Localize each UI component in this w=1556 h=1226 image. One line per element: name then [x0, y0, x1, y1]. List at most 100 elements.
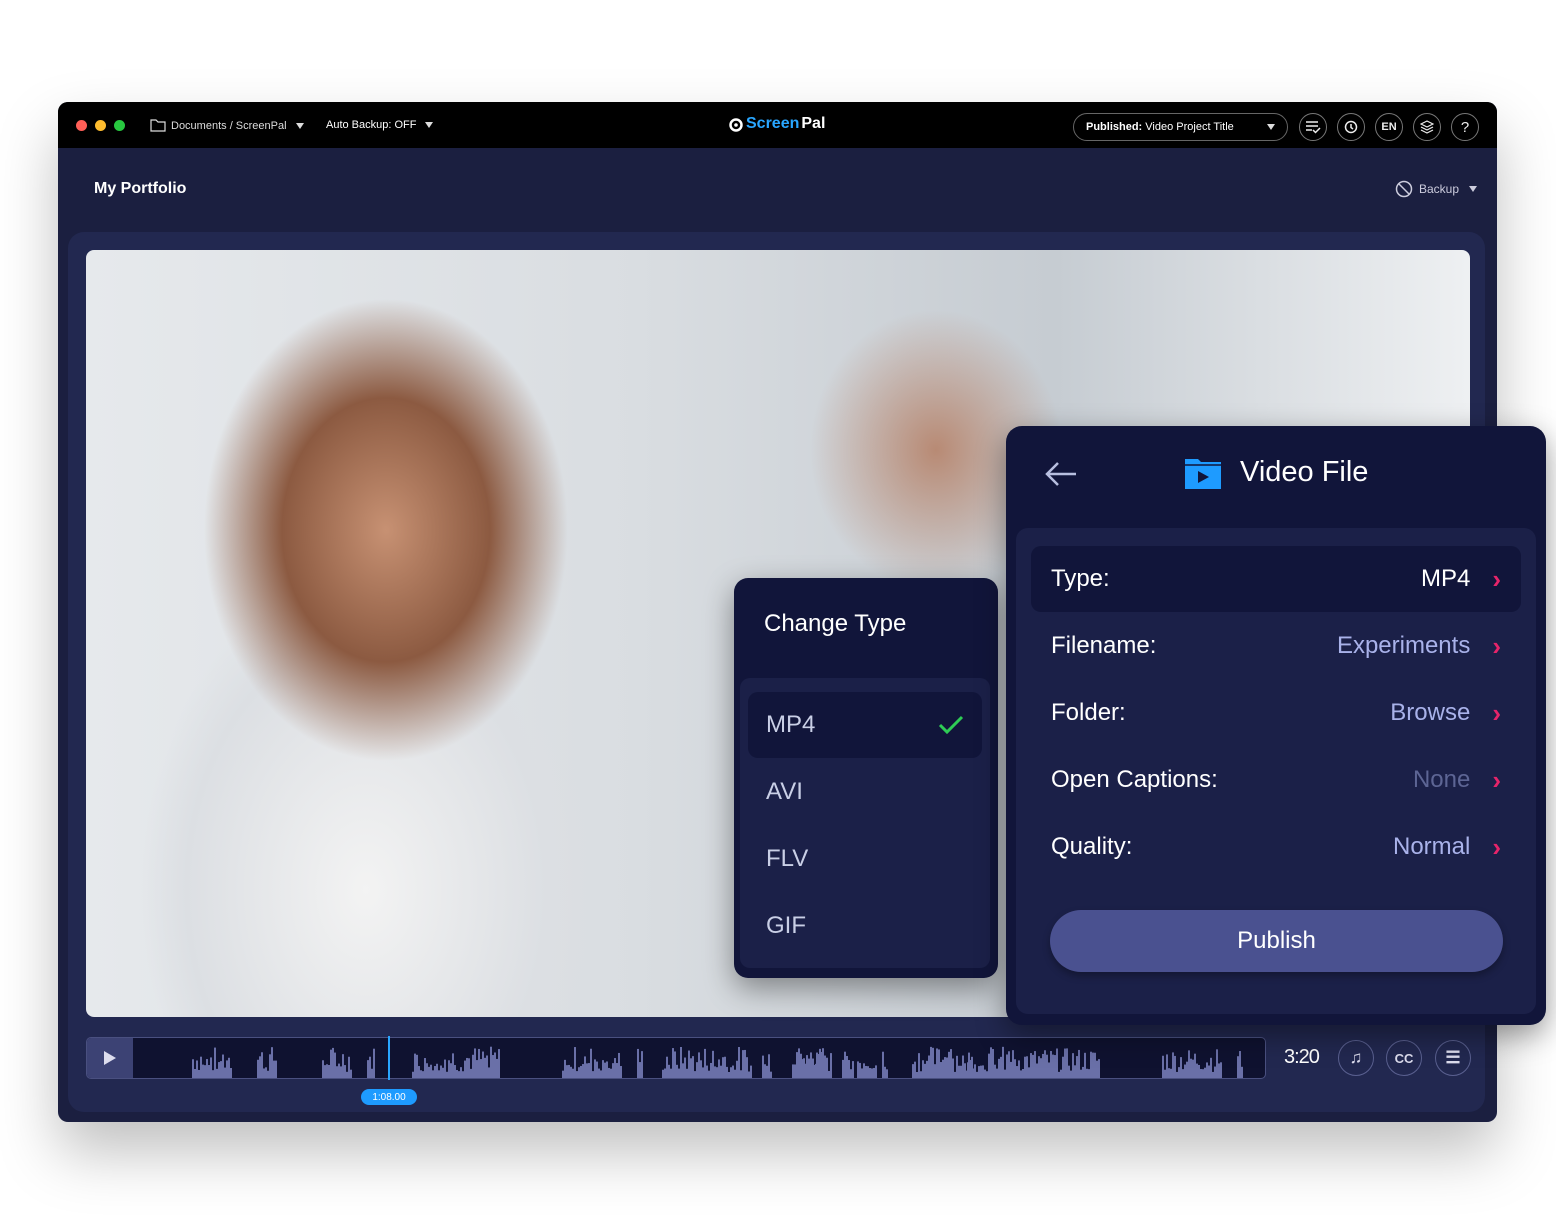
setting-row-quality[interactable]: Quality: Normal › [1031, 814, 1521, 880]
setting-row-folder[interactable]: Folder: Browse › [1031, 680, 1521, 746]
waveform-bar [322, 1060, 324, 1078]
publish-button[interactable]: Publish [1050, 910, 1503, 972]
screenpal-logo: Screen Pal [728, 115, 825, 133]
publish-status-dropdown[interactable]: Published: Video Project Title [1073, 113, 1288, 141]
folder-breadcrumb-dropdown[interactable]: Documents / ScreenPal [150, 119, 304, 132]
waveform-bar [592, 1071, 594, 1078]
waveform-bar [1034, 1051, 1036, 1078]
waveform-bar [328, 1064, 330, 1078]
close-window-button[interactable] [76, 120, 87, 131]
waveform-bar [580, 1065, 582, 1078]
waveform-bar [1044, 1050, 1046, 1078]
waveform-bar [1028, 1067, 1030, 1078]
waveform-bar [1164, 1069, 1166, 1078]
waveform-bar [1014, 1059, 1016, 1078]
waveform-bar [326, 1064, 328, 1078]
waveform-bar [367, 1060, 369, 1078]
music-button[interactable]: ♫ [1338, 1040, 1374, 1076]
waveform-bar [464, 1060, 466, 1078]
backup-dropdown[interactable]: Backup [1395, 180, 1477, 198]
waveform-bar [846, 1056, 848, 1078]
type-option-avi[interactable]: AVI [748, 759, 982, 825]
waveform-bar [984, 1069, 986, 1078]
waveform-bar [606, 1061, 608, 1078]
waveform-bar [744, 1049, 746, 1078]
waveform-bar [922, 1060, 924, 1078]
waveform-bar [952, 1058, 954, 1078]
waveform-bar [1008, 1051, 1010, 1078]
waveform-bar [710, 1062, 712, 1078]
waveform-bar [1096, 1060, 1098, 1078]
type-option-flv[interactable]: FLV [748, 826, 982, 892]
waveform-bar [702, 1067, 704, 1078]
waveform-bar [1072, 1053, 1074, 1078]
auto-backup-label: Auto Backup: OFF [326, 119, 417, 131]
waveform-bar [716, 1067, 718, 1078]
checklist-button[interactable] [1299, 113, 1327, 141]
maximize-window-button[interactable] [114, 120, 125, 131]
waveform-bar [336, 1066, 338, 1078]
waveform-bar [770, 1071, 772, 1078]
back-arrow-icon[interactable] [1044, 460, 1078, 488]
waveform-bar [259, 1056, 261, 1078]
waveform-bar [498, 1049, 500, 1078]
waveform-bar [596, 1061, 598, 1078]
waveform-bar [808, 1058, 810, 1078]
waveform-bar [694, 1071, 696, 1078]
folder-icon [150, 119, 166, 132]
setting-row-open-captions[interactable]: Open Captions: None › [1031, 747, 1521, 813]
waveform-bar [916, 1071, 918, 1078]
waveform-bar [620, 1066, 622, 1078]
waveform-bar [438, 1070, 440, 1078]
waveform-bar [662, 1069, 664, 1078]
auto-backup-dropdown[interactable]: Auto Backup: OFF [326, 119, 434, 131]
published-label: Published: [1086, 121, 1143, 133]
waveform-bar [1184, 1064, 1186, 1078]
type-option-mp4[interactable]: MP4 [748, 692, 982, 758]
waveform-bar [948, 1051, 950, 1078]
waveform-bar [1000, 1056, 1002, 1078]
waveform-bar [496, 1058, 498, 1078]
captions-button[interactable]: CC [1386, 1040, 1422, 1076]
type-option-gif[interactable]: GIF [748, 893, 982, 959]
panel-title: Video File [1240, 456, 1369, 488]
setting-label: Type: [1051, 565, 1110, 592]
chevron-down-icon [425, 122, 434, 128]
waveform-bar [1060, 1069, 1062, 1078]
minimize-window-button[interactable] [95, 120, 106, 131]
waveform-bar [696, 1062, 698, 1078]
waveform-bar [800, 1053, 802, 1078]
setting-row-filename[interactable]: Filename: Experiments › [1031, 613, 1521, 679]
waveform-bar [810, 1052, 812, 1078]
waveform-bar [1012, 1050, 1014, 1078]
waveform-bar [1192, 1059, 1194, 1078]
help-button[interactable]: ? [1451, 113, 1479, 141]
waveform-bar [344, 1065, 346, 1078]
waveform-bar [562, 1070, 564, 1078]
waveform-bar [1056, 1048, 1058, 1078]
waveform-bar [340, 1066, 342, 1078]
setting-row-type[interactable]: Type: MP4 › [1031, 546, 1521, 612]
waveform-bar [434, 1066, 436, 1078]
timeline-waveform[interactable] [86, 1037, 1266, 1079]
waveform-bar [726, 1066, 728, 1078]
language-button[interactable]: EN [1375, 113, 1403, 141]
waveform-bar [1026, 1056, 1028, 1078]
waveform-bar [488, 1067, 490, 1078]
layers-button[interactable] [1413, 113, 1441, 141]
waveform-bar [814, 1064, 816, 1078]
menu-button[interactable]: ☰ [1435, 1040, 1471, 1076]
waveform-bar [468, 1058, 470, 1078]
waveform-bar [224, 1069, 226, 1078]
waveform-bar [324, 1065, 326, 1078]
setting-label: Folder: [1051, 699, 1126, 726]
history-button[interactable] [1337, 113, 1365, 141]
waveform-bar [1006, 1054, 1008, 1078]
waveform-bar [1016, 1066, 1018, 1078]
play-button[interactable] [87, 1038, 133, 1078]
playhead[interactable] [388, 1036, 390, 1080]
waveform-bar [728, 1071, 730, 1078]
breadcrumb: Documents / ScreenPal [171, 119, 287, 132]
project-title: Video Project Title [1145, 121, 1234, 133]
waveform-bar [576, 1071, 578, 1078]
